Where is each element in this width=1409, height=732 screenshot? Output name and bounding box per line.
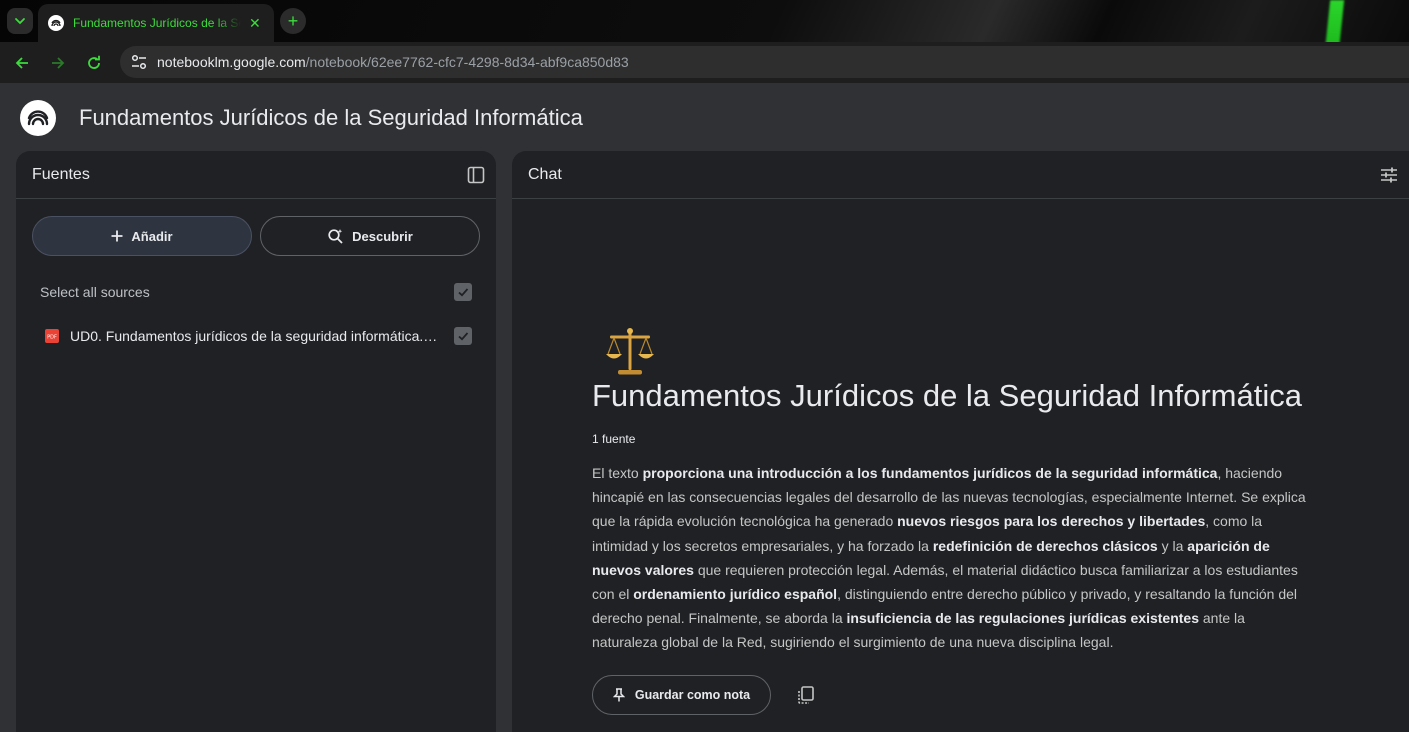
url-host: notebooklm.google.com — [157, 54, 306, 70]
wallpaper-accent — [1321, 0, 1345, 42]
summary-text: El texto — [592, 465, 643, 481]
select-all-label: Select all sources — [40, 284, 150, 300]
notebook-summary: El texto proporciona una introducción a … — [592, 461, 1312, 655]
source-item-label: UD0. Fundamentos jurídicos de la segurid… — [70, 328, 438, 344]
chat-panel-title: Chat — [528, 165, 562, 183]
plus-icon — [111, 230, 123, 242]
url-path: /notebook/62ee7762-cfc7-4298-8d34-abf9ca… — [305, 54, 629, 70]
select-all-checkbox[interactable] — [454, 283, 472, 301]
copy-icon — [798, 686, 814, 704]
pin-icon — [612, 688, 625, 702]
back-button[interactable] — [4, 42, 40, 83]
summary-highlight: redefinición de derechos clásicos — [932, 537, 1158, 554]
site-settings-icon[interactable] — [130, 53, 148, 71]
sources-actions: Añadir Descubrir — [32, 216, 480, 256]
url-text: notebooklm.google.com/notebook/62ee7762-… — [157, 54, 629, 70]
forward-button[interactable] — [40, 42, 76, 83]
discover-sources-label: Descubrir — [352, 228, 413, 244]
close-tab-icon[interactable]: ✕ — [249, 15, 261, 32]
copy-summary-button[interactable] — [794, 683, 818, 707]
balance-scale-emoji — [606, 328, 654, 375]
sources-panel-header: Fuentes — [16, 151, 496, 199]
reload-button[interactable] — [76, 42, 112, 83]
tab-search-button[interactable] — [7, 8, 33, 34]
summary-highlight: nuevos riesgos para los derechos y liber… — [897, 513, 1206, 530]
summary-highlight: ordenamiento jurídico español — [633, 586, 838, 603]
save-as-note-label: Guardar como nota — [634, 688, 751, 702]
add-source-button[interactable]: Añadir — [32, 216, 252, 256]
browser-tab-strip: Fundamentos Jurídicos de la Seguridad In… — [0, 0, 1409, 42]
search-sparkle-icon — [328, 228, 343, 244]
pdf-icon: PDF — [45, 329, 59, 343]
chat-panel-header: Chat — [512, 151, 1409, 199]
summary-highlight: proporciona una introducción a los funda… — [642, 465, 1218, 481]
chevron-down-icon — [15, 18, 25, 25]
checkmark-icon — [458, 332, 469, 341]
discover-sources-button[interactable]: Descubrir — [260, 216, 480, 256]
tune-settings-icon[interactable] — [1379, 165, 1399, 185]
sources-panel: Fuentes Añadir Descubrir Select all sour… — [16, 151, 496, 732]
app-header: Fundamentos Jurídicos de la Seguridad In… — [0, 83, 1409, 151]
summary-highlight: insuficiencia de las regulaciones jurídi… — [846, 610, 1199, 627]
source-item[interactable]: PDF UD0. Fundamentos jurídicos de la seg… — [40, 322, 472, 350]
checkmark-icon — [458, 288, 469, 297]
active-tab[interactable]: Fundamentos Jurídicos de la Seguridad In… — [38, 4, 274, 42]
chat-notebook-title: Fundamentos Jurídicos de la Seguridad In… — [592, 378, 1302, 413]
notebook-title[interactable]: Fundamentos Jurídicos de la Seguridad In… — [79, 105, 583, 131]
reload-icon — [88, 55, 100, 69]
svg-text:PDF: PDF — [47, 335, 57, 341]
new-tab-button[interactable]: + — [280, 8, 306, 34]
collapse-panel-icon[interactable] — [466, 165, 486, 185]
sources-panel-title: Fuentes — [32, 165, 90, 183]
notebooklm-logo[interactable] — [20, 100, 56, 136]
address-bar[interactable]: notebooklm.google.com/notebook/62ee7762-… — [120, 46, 1409, 78]
arrow-left-icon — [15, 56, 28, 69]
tab-title: Fundamentos Jurídicos de la Seguridad In… — [73, 16, 241, 30]
notebooklm-logo-icon — [27, 110, 49, 126]
save-as-note-button[interactable]: Guardar como nota — [592, 675, 771, 715]
source-count: 1 fuente — [592, 432, 636, 446]
arrow-right-icon — [52, 56, 65, 69]
summary-text: y la — [1157, 537, 1188, 554]
notebooklm-favicon-icon — [48, 15, 64, 31]
select-all-sources-row[interactable]: Select all sources — [40, 278, 472, 306]
source-item-checkbox[interactable] — [454, 327, 472, 345]
add-source-label: Añadir — [131, 228, 173, 244]
